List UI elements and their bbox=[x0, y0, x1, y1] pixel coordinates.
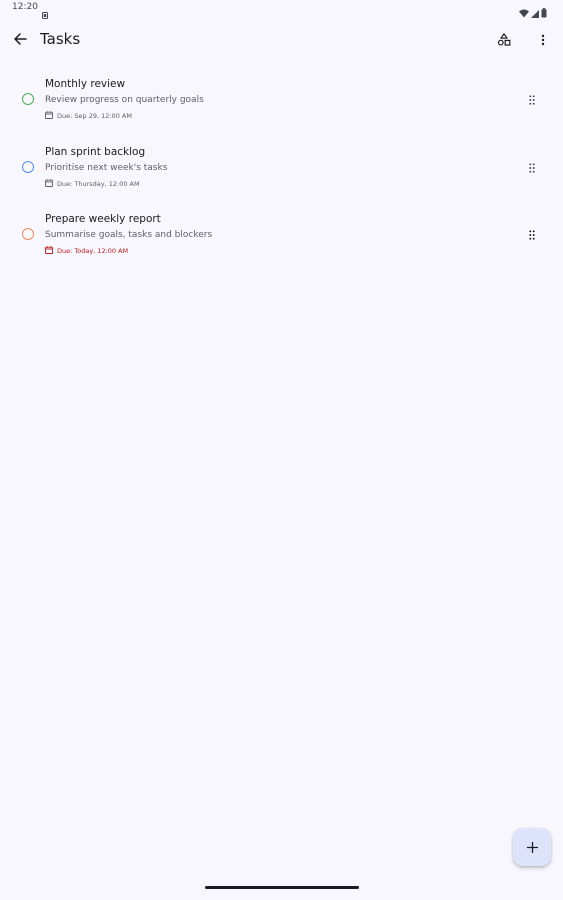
task-title: Plan sprint backlog bbox=[45, 146, 146, 158]
category-icon bbox=[497, 31, 511, 50]
back-button[interactable] bbox=[6, 26, 34, 54]
more-vert-icon bbox=[541, 31, 545, 50]
task-description: Review progress on quarterly goals bbox=[45, 95, 204, 105]
more-options-button[interactable] bbox=[529, 26, 557, 54]
task-due-date: Due: Sep 29, 12:00 AM bbox=[45, 111, 132, 121]
drag-handle[interactable] bbox=[525, 160, 539, 174]
task-due-label: Due: Sep 29, 12:00 AM bbox=[57, 112, 132, 120]
task-checkbox[interactable] bbox=[22, 161, 34, 173]
task-item[interactable]: Plan sprint backlog Prioritise next week… bbox=[0, 139, 563, 203]
task-title: Prepare weekly report bbox=[45, 213, 161, 225]
drag-handle[interactable] bbox=[525, 92, 539, 106]
calendar-icon bbox=[45, 111, 53, 121]
task-due-label: Due: Today, 12:00 AM bbox=[57, 247, 129, 255]
calendar-icon bbox=[45, 246, 53, 256]
task-description: Prioritise next week's tasks bbox=[45, 163, 168, 173]
task-due-label: Due: Thursday, 12:00 AM bbox=[57, 180, 140, 188]
task-description: Summarise goals, tasks and blockers bbox=[45, 230, 213, 240]
calendar-icon bbox=[45, 179, 53, 189]
page-title: Tasks bbox=[40, 30, 81, 48]
top-app-bar: Tasks bbox=[0, 18, 563, 62]
task-checkbox[interactable] bbox=[22, 228, 34, 240]
plus-icon bbox=[526, 838, 538, 857]
drag-handle[interactable] bbox=[525, 227, 539, 241]
drag-indicator-icon bbox=[529, 158, 535, 177]
add-task-button[interactable] bbox=[513, 828, 551, 866]
task-item[interactable]: Prepare weekly report Summarise goals, t… bbox=[0, 206, 563, 270]
arrow-back-icon bbox=[13, 31, 27, 50]
task-due-date: Due: Today, 12:00 AM bbox=[45, 246, 128, 256]
task-due-date: Due: Thursday, 12:00 AM bbox=[45, 179, 140, 189]
task-checkbox[interactable] bbox=[22, 93, 34, 105]
category-button[interactable] bbox=[490, 26, 518, 54]
task-item[interactable]: Monthly review Review progress on quarte… bbox=[0, 71, 563, 135]
gesture-nav-handle[interactable] bbox=[205, 886, 359, 889]
status-time: 12:20 bbox=[12, 2, 38, 12]
drag-indicator-icon bbox=[529, 225, 535, 244]
task-title: Monthly review bbox=[45, 78, 126, 90]
status-bar: 12:20 bbox=[0, 0, 563, 19]
drag-indicator-icon bbox=[529, 90, 535, 109]
